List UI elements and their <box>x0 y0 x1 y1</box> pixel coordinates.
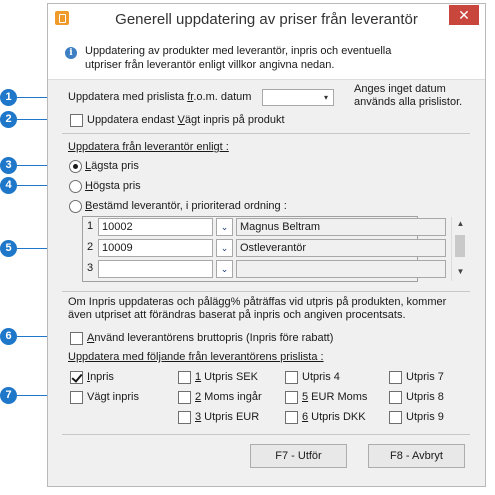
row-number: 2 <box>87 241 94 253</box>
utpris-9-checkbox[interactable] <box>389 411 402 424</box>
separator <box>62 133 470 134</box>
weighted-cost-checkbox[interactable] <box>70 391 83 404</box>
specific-supplier-label: Bestämd leverantör, i prioriterad ordnin… <box>85 200 287 212</box>
row-number: 3 <box>87 262 94 274</box>
callout-1: 1 <box>0 89 17 106</box>
utpris-7-checkbox[interactable] <box>389 371 402 384</box>
supplier-name-field <box>236 260 446 278</box>
dropdown-arrow-icon: ▾ <box>323 93 328 102</box>
scroll-thumb[interactable] <box>455 235 465 257</box>
gross-price-checkbox[interactable] <box>70 332 83 345</box>
supplier-grid: 1 10002 ⌄ Magnus Beltram 2 10009 ⌄ Ostle… <box>82 216 469 282</box>
supplier-name-field: Ostleverantör <box>236 239 446 257</box>
inpris-label: Inpris <box>87 371 114 383</box>
highest-price-label: Högsta pris <box>85 180 141 192</box>
inpris-checkbox[interactable] <box>70 371 83 384</box>
chevron-down-icon: ⌄ <box>220 264 229 274</box>
supplier-heading: Uppdatera från leverantör enligt : <box>68 141 229 153</box>
info-icon: i <box>65 47 77 59</box>
utpris-7-label: Utpris 7 <box>406 371 444 383</box>
utpris-2-label: 2 Moms ingår <box>195 391 262 403</box>
info-text: Uppdatering av produkter med leverantör,… <box>85 45 392 71</box>
supplier-code-field[interactable] <box>98 260 213 278</box>
callout-3: 3 <box>0 157 17 174</box>
gross-price-label: Använd leverantörens bruttopris (Inpris … <box>87 332 334 344</box>
run-button[interactable]: F7 - Utför <box>250 444 347 468</box>
separator <box>62 434 470 435</box>
separator <box>62 291 470 292</box>
lowest-price-label: Lägsta pris <box>85 160 139 172</box>
date-dropdown[interactable]: ▾ <box>262 89 334 106</box>
scroll-down-icon[interactable]: ▼ <box>452 267 469 276</box>
supplier-name-field: Magnus Beltram <box>236 218 446 236</box>
utpris-8-checkbox[interactable] <box>389 391 402 404</box>
supplier-lookup-button[interactable]: ⌄ <box>216 239 233 257</box>
utpris-6-label: 6 Utpris DKK <box>302 411 366 423</box>
only-real-cost-label: Uppdatera endast Vägt inpris på produkt <box>87 114 285 126</box>
utpris-5-checkbox[interactable] <box>285 391 298 404</box>
callout-4: 4 <box>0 177 17 194</box>
utpris-4-label: Utpris 4 <box>302 371 340 383</box>
window-title: Generell uppdatering av priser från leve… <box>115 11 418 28</box>
only-real-cost-checkbox[interactable] <box>70 114 83 127</box>
supplier-code-field[interactable]: 10002 <box>98 218 213 236</box>
utpris-3-checkbox[interactable] <box>178 411 191 424</box>
specific-supplier-radio[interactable] <box>69 200 82 213</box>
grid-scrollbar[interactable]: ▲ ▼ <box>451 217 469 281</box>
dialog-window: Generell uppdatering av priser från leve… <box>47 3 486 487</box>
cancel-button[interactable]: F8 - Avbryt <box>368 444 465 468</box>
pricelist-heading: Uppdatera med följande från leverantören… <box>68 351 324 363</box>
title-bar: Generell uppdatering av priser från leve… <box>48 4 485 35</box>
supplier-lookup-button[interactable]: ⌄ <box>216 260 233 278</box>
supplier-lookup-button[interactable]: ⌄ <box>216 218 233 236</box>
utpris-9-label: Utpris 9 <box>406 411 444 423</box>
utpris-6-checkbox[interactable] <box>285 411 298 424</box>
utpris-5-label: 5 EUR Moms <box>302 391 368 403</box>
date-note: Anges inget datum används alla prislisto… <box>354 83 463 108</box>
callout-2: 2 <box>0 111 17 128</box>
utpris-3-label: 3 Utpris EUR <box>195 411 260 423</box>
close-button[interactable]: ✕ <box>449 5 479 25</box>
utpris-1-checkbox[interactable] <box>178 371 191 384</box>
supplier-code-field[interactable]: 10009 <box>98 239 213 257</box>
weighted-cost-label: Vägt inpris <box>87 391 139 403</box>
callout-6: 6 <box>0 328 17 345</box>
scroll-up-icon[interactable]: ▲ <box>452 219 469 228</box>
utpris-1-label: 1 Utpris SEK <box>195 371 258 383</box>
lowest-price-radio[interactable] <box>69 160 82 173</box>
utpris-8-label: Utpris 8 <box>406 391 444 403</box>
utpris-4-checkbox[interactable] <box>285 371 298 384</box>
highest-price-radio[interactable] <box>69 180 82 193</box>
markup-note: Om Inpris uppdateras och pålägg% påträff… <box>68 296 447 321</box>
utpris-2-checkbox[interactable] <box>178 391 191 404</box>
chevron-down-icon: ⌄ <box>220 243 229 253</box>
chevron-down-icon: ⌄ <box>220 222 229 232</box>
callout-5: 5 <box>0 240 17 257</box>
info-panel: i Uppdatering av produkter med leverantö… <box>48 35 485 80</box>
callout-7: 7 <box>0 387 17 404</box>
row-number: 1 <box>87 220 94 232</box>
date-label: Uppdatera med prislista fr.o.m. datum <box>68 91 252 103</box>
